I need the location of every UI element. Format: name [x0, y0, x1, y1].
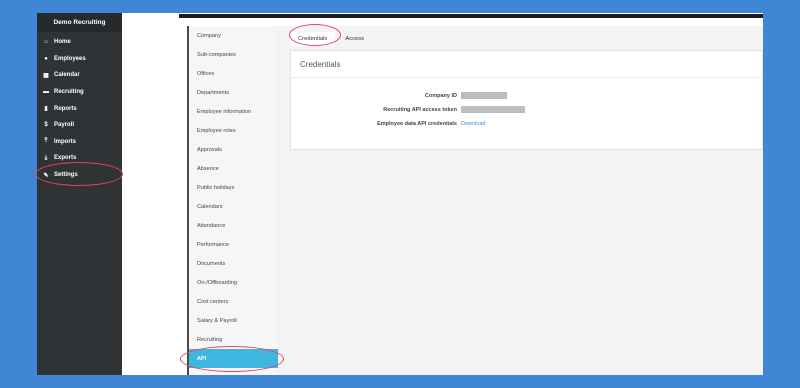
sidebar-item-label: Recruiting	[54, 89, 84, 96]
payroll-icon: $	[44, 122, 48, 129]
tab-credentials[interactable]: Credentials	[290, 32, 336, 46]
calendar-icon: ▦	[43, 72, 49, 79]
sidebar-item-label: Employees	[54, 55, 86, 62]
reports-icon: ▮	[44, 106, 48, 113]
submenu-item-recruiting[interactable]: Recruiting	[189, 330, 278, 349]
access-token-row: Recruiting API access token	[291, 106, 525, 113]
sidebar-item-label: Reports	[54, 105, 77, 112]
main-sidebar: Demo Recruiting ⌂ Home ● Employees ▦ Cal…	[37, 13, 122, 375]
top-bar	[179, 14, 763, 18]
submenu-item-employee-information[interactable]: Employee information	[189, 102, 278, 121]
submenu-item-api[interactable]: API	[189, 349, 278, 368]
app-title: Demo Recruiting	[37, 13, 122, 32]
submenu-item-approvals[interactable]: Approvals	[189, 140, 278, 159]
sidebar-item-exports[interactable]: ⤓ Exports	[37, 150, 122, 167]
submenu-item-company[interactable]: Company	[189, 26, 278, 45]
submenu-item-documents[interactable]: Documents	[189, 254, 278, 273]
imports-icon: ⤒	[44, 138, 48, 145]
sidebar-item-reports[interactable]: ▮ Reports	[37, 100, 122, 117]
access-token-label: Recruiting API access token	[383, 106, 457, 113]
sidebar-item-imports[interactable]: ⤒ Imports	[37, 134, 122, 151]
employee-api-label: Employee data API credentials	[377, 121, 457, 127]
sidebar-item-label: Exports	[54, 155, 77, 162]
credentials-panel: Credentials Company ID Recruiting API ac…	[290, 50, 763, 150]
submenu-item-offices[interactable]: Offices	[189, 64, 278, 83]
sidebar-item-label: Payroll	[54, 122, 75, 129]
company-id-label: Company ID	[424, 92, 457, 99]
settings-submenu: Company Sub-companies Offices Department…	[187, 26, 278, 375]
company-id-value-redacted	[461, 92, 507, 99]
tab-access[interactable]: Access	[337, 32, 372, 46]
submenu-item-absence[interactable]: Absence	[189, 159, 278, 178]
employee-api-row: Employee data API credentials Download	[291, 121, 485, 127]
sidebar-item-calendar[interactable]: ▦ Calendar	[37, 67, 122, 84]
main-content: Credentials Access Credentials Company I…	[278, 26, 763, 375]
sidebar-item-label: Calendar	[54, 72, 80, 79]
submenu-item-calendars[interactable]: Calendars	[189, 197, 278, 216]
submenu-item-onoffboarding[interactable]: On-/Offboarding	[189, 273, 278, 292]
panel-title: Credentials	[300, 60, 341, 69]
submenu-item-performance[interactable]: Performance	[189, 235, 278, 254]
submenu-item-sub-companies[interactable]: Sub-companies	[189, 45, 278, 64]
exports-icon: ⤓	[44, 154, 48, 161]
submenu-item-public-holidays[interactable]: Public holidays	[189, 178, 278, 197]
recruiting-icon: ▬	[43, 89, 49, 96]
sidebar-item-settings[interactable]: ✎ Settings	[37, 167, 122, 184]
sidebar-item-payroll[interactable]: $ Payroll	[37, 117, 122, 134]
sidebar-item-employees[interactable]: ● Employees	[37, 51, 122, 68]
company-id-row: Company ID	[291, 92, 507, 99]
submenu-item-salary-payroll[interactable]: Salary & Payroll	[189, 311, 278, 330]
app-window: Demo Recruiting ⌂ Home ● Employees ▦ Cal…	[37, 13, 763, 375]
sidebar-item-label: Imports	[54, 138, 77, 145]
sidebar-item-recruiting[interactable]: ▬ Recruiting	[37, 84, 122, 101]
wrench-icon: ✎	[43, 172, 49, 179]
submenu-item-attendance[interactable]: Attendance	[189, 216, 278, 235]
panel-divider	[291, 77, 762, 78]
home-icon: ⌂	[44, 39, 48, 46]
sidebar-item-label: Settings	[54, 172, 78, 179]
submenu-item-departments[interactable]: Departments	[189, 83, 278, 102]
content-gutter	[122, 13, 179, 375]
sidebar-item-home[interactable]: ⌂ Home	[37, 34, 122, 51]
submenu-item-cost-centers[interactable]: Cost centers	[189, 292, 278, 311]
employees-icon: ●	[44, 55, 48, 62]
submenu-item-employee-roles[interactable]: Employee roles	[189, 121, 278, 140]
access-token-value-redacted	[461, 106, 525, 113]
tab-bar: Credentials Access	[290, 32, 372, 46]
sidebar-item-label: Home	[54, 39, 71, 46]
download-link[interactable]: Download	[461, 121, 485, 127]
